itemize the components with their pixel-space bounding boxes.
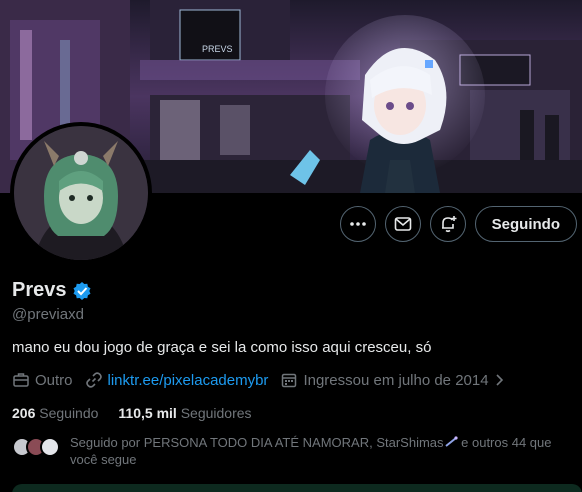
followers-label: Seguidores <box>180 405 252 421</box>
profile-meta: Outro linktr.ee/pixelacademybr Ingressou… <box>12 371 518 389</box>
verified-badge-icon[interactable] <box>72 281 92 301</box>
mail-icon <box>394 217 411 231</box>
following-stat[interactable]: 206 Seguindo <box>12 405 98 421</box>
category-label: Outro <box>35 371 73 389</box>
link-icon <box>85 372 102 388</box>
handle: @previaxd <box>12 306 84 323</box>
calendar-icon <box>282 373 297 388</box>
followed-by-text: Seguido por PERSONA TODO DIA ATÉ NAMORAR… <box>70 435 552 467</box>
bottom-banner-strip[interactable] <box>12 484 582 492</box>
bell-plus-icon <box>441 216 457 233</box>
profile-avatar[interactable] <box>10 122 152 264</box>
follower-avatar <box>40 437 60 457</box>
profile-actions: Seguindo <box>339 206 577 242</box>
category-item: Outro <box>12 371 73 389</box>
message-button[interactable] <box>384 206 421 242</box>
joined-item[interactable]: Ingressou em julho de 2014 <box>280 371 505 389</box>
notifications-button[interactable] <box>429 206 466 242</box>
followed-by[interactable]: Seguido por PERSONA TODO DIA ATÉ NAMORAR… <box>12 434 577 468</box>
chevron-right-icon <box>496 374 503 386</box>
follower-avatars <box>12 434 70 468</box>
followers-stat[interactable]: 110,5 mil Seguidores <box>118 405 251 421</box>
display-name: Prevs <box>12 279 67 301</box>
following-button[interactable]: Seguindo <box>474 206 577 242</box>
following-count: 206 <box>12 405 36 421</box>
website-link[interactable]: linktr.ee/pixelacademybr <box>108 372 269 389</box>
joined-label: Ingressou em julho de 2014 <box>303 371 489 389</box>
followers-count: 110,5 mil <box>118 405 177 421</box>
briefcase-icon <box>13 373 29 387</box>
profile-name-row: Prevs <box>12 279 92 302</box>
website-item: linktr.ee/pixelacademybr <box>85 371 269 389</box>
following-label: Seguindo <box>39 405 99 421</box>
avatar-image <box>14 126 148 260</box>
more-button[interactable] <box>339 206 376 242</box>
profile-stats: 206 Seguindo 110,5 mil Seguidores <box>12 405 272 421</box>
more-icon <box>349 222 366 226</box>
star-emoji-icon <box>444 436 458 447</box>
bio: mano eu dou jogo de graça e sei la como … <box>12 339 432 356</box>
svg-text:PREVS: PREVS <box>202 44 233 54</box>
